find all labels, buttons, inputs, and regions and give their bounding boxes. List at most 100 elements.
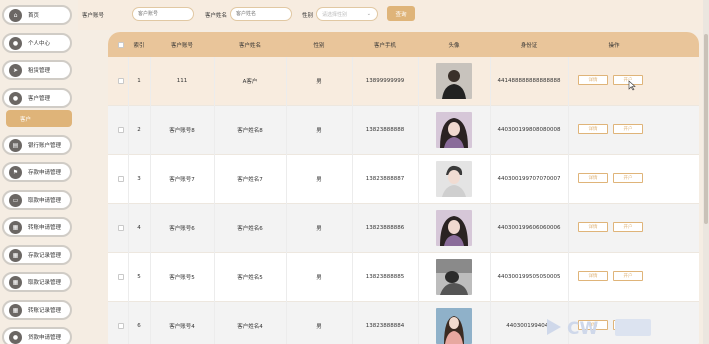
grid-icon: ▦ [9,220,22,234]
row-checkbox-cell[interactable] [114,106,128,154]
row-checkbox[interactable] [118,127,124,133]
row-checkbox-cell[interactable] [114,253,128,301]
nav-item-deposit-record[interactable]: ▦ 存款记录管理 [2,245,72,265]
select-all-checkbox[interactable] [118,41,124,48]
mouse-cursor-icon [628,80,636,91]
cell-avatar [418,302,490,344]
header-gender: 性别 [313,42,325,49]
customer-table: 索引 客户账号 客户姓名 性别 客户手机 头像 身份证 操作 1 111 A客户… [108,32,699,344]
page-scrollbar[interactable] [703,0,709,344]
header-name: 客户姓名 [238,42,261,49]
cell-name: 客户姓名7 [237,177,263,183]
row-checkbox[interactable] [118,78,124,84]
nav-item-home[interactable]: ⌂ 首页 [2,5,72,25]
cell-gender: 男 [316,226,322,232]
send-icon: ➤ [9,63,22,77]
detail-button[interactable]: 详情 [578,271,608,281]
detail-button[interactable]: 详情 [578,222,608,232]
nav-item-loan-apply[interactable]: ● 贷款申请管理 [2,327,72,344]
row-checkbox[interactable] [118,176,124,182]
open-account-button[interactable]: 开户 [613,271,643,281]
account-search-input[interactable] [132,7,194,21]
nav-item-transfer-record[interactable]: ▦ 转账记录管理 [2,300,72,320]
bank-icon: ▤ [9,138,22,152]
cell-name: 客户姓名4 [237,324,263,330]
column-divider [128,57,129,344]
detail-button[interactable]: 详情 [578,75,608,85]
row-checkbox[interactable] [118,323,124,329]
nav-item-profile[interactable]: ● 个人中心 [2,33,72,53]
cell-id-card: 440300199808080008 [497,127,561,133]
nav-item-bank-account[interactable]: ▤ 银行账户管理 [2,135,72,155]
nav-item-rental[interactable]: ➤ 租赁管理 [2,60,72,80]
nav-item-transfer-apply[interactable]: ▦ 转账申请管理 [2,217,72,237]
header-avatar: 头像 [448,42,460,49]
cell-index: 5 [137,274,141,280]
row-checkbox-cell[interactable] [114,57,128,105]
cell-index: 4 [137,225,141,231]
cell-phone: 13823888884 [365,323,405,329]
nav-item-label: 个人中心 [28,41,51,47]
cell-account: 客户账号8 [169,128,195,134]
open-account-button[interactable]: 开户 [613,124,643,134]
cell-avatar [418,106,490,154]
nav-item-label: 租赁管理 [28,68,51,74]
nav-item-withdraw-record[interactable]: ▦ 取款记录管理 [2,272,72,292]
nav-item-label: 转账申请管理 [28,225,62,231]
table-row: 4 客户账号6 客户姓名6 男 13823888886 440300199606… [108,204,699,253]
header-account: 客户账号 [170,42,193,49]
cell-gender: 男 [316,275,322,281]
cell-account: 111 [176,78,188,84]
cell-id-card: 440300199606060006 [497,225,561,231]
avatar [436,259,472,295]
nav-item-label: 客户管理 [28,96,51,102]
column-divider [568,57,569,344]
row-checkbox-cell[interactable] [114,204,128,252]
chevron-down-icon: ⌄ [366,11,371,17]
watermark-logo: CW [547,319,651,339]
user-icon: ● [9,36,22,50]
scrollbar-thumb[interactable] [704,34,708,224]
open-account-button[interactable]: 开户 [613,222,643,232]
select-all-checkbox-cell[interactable] [114,32,128,57]
row-checkbox[interactable] [118,225,124,231]
table-row: 5 客户账号5 客户姓名5 男 13823888885 440300199505… [108,253,699,302]
nav-subitem-customer[interactable]: 客户 [6,110,72,127]
cell-gender: 男 [316,79,322,85]
header-actions: 操作 [608,42,620,49]
person-icon: ● [9,91,22,105]
flag-icon: ⚑ [9,165,22,179]
row-checkbox[interactable] [118,274,124,280]
open-account-button[interactable]: 开户 [613,173,643,183]
name-search-input[interactable] [230,7,292,21]
nav-item-customer[interactable]: ● 客户管理 [2,88,72,108]
search-button[interactable]: 查询 [387,6,415,21]
account-label: 客户账号 [82,13,105,19]
grid-icon: ▦ [9,303,22,317]
column-divider [150,57,151,344]
column-divider [352,57,353,344]
nav-item-label: 银行账户管理 [28,143,62,149]
cell-id-card: 440300199505050005 [497,274,561,280]
grid-icon: ▦ [9,275,22,289]
table-row: 1 111 A客户 男 13899999999 4414888888888888… [108,57,699,106]
nav-item-label: 存款记录管理 [28,253,62,259]
avatar [436,210,472,246]
column-divider [418,57,419,344]
avatar [436,161,472,197]
detail-button[interactable]: 详情 [578,124,608,134]
cell-gender: 男 [316,128,322,134]
row-checkbox-cell[interactable] [114,302,128,344]
cell-name: 客户姓名8 [237,128,263,134]
column-divider [214,57,215,344]
cell-index: 2 [137,127,141,133]
cell-name: 客户姓名5 [237,275,263,281]
detail-button[interactable]: 详情 [578,173,608,183]
row-checkbox-cell[interactable] [114,155,128,203]
home-icon: ⌂ [9,8,22,22]
search-bar: 客户账号 客户姓名 性别 请选择性别 ⌄ 查询 [78,0,703,30]
nav-item-withdraw-apply[interactable]: ▭ 取款申请管理 [2,190,72,210]
nav-item-deposit-apply[interactable]: ⚑ 存款申请管理 [2,162,72,182]
gender-select[interactable]: 请选择性别 ⌄ [316,7,378,21]
header-phone: 客户手机 [373,42,396,49]
